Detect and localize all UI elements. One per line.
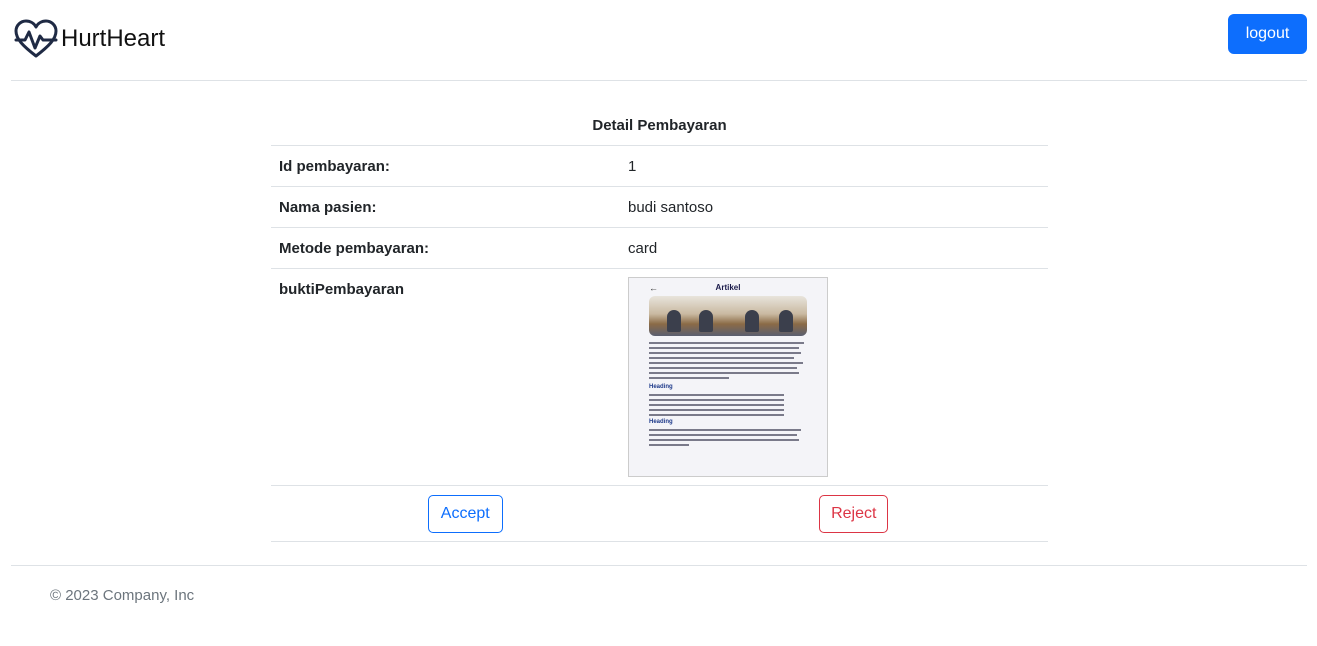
reject-cell: Reject [660,486,1049,541]
accept-button[interactable]: Accept [427,494,503,533]
proof-image-title: Artikel [715,283,741,292]
proof-cell: ← Artikel Heading Heading [620,269,1048,485]
detail-title: Detail Pembayaran [271,105,1048,146]
reject-button[interactable]: Reject [819,494,889,533]
row-label: Nama pasien: [279,199,377,216]
footer-copyright: © 2023 Company, Inc [50,587,195,604]
payment-proof-image: ← Artikel Heading Heading [628,277,828,477]
row-value: card [628,240,658,257]
proof-row: buktiPembayaran ← Artikel Heading Headin… [271,269,1048,486]
table-row: Metode pembayaran: card [271,228,1048,269]
proof-label: buktiPembayaran [279,281,405,298]
proof-heading: Heading [649,419,673,425]
row-label: Id pembayaran: [279,158,390,175]
row-label: Metode pembayaran: [279,240,430,257]
brand-name: HurtHeart [61,25,166,52]
heart-pulse-icon [14,19,58,58]
payment-detail-table: Detail Pembayaran Id pembayaran: 1 Nama … [271,105,1048,542]
brand-link[interactable]: HurtHeart [13,18,165,60]
table-row: Id pembayaran: 1 [271,146,1048,187]
meeting-photo [649,296,807,336]
navbar: HurtHeart logout [11,0,1307,81]
table-row: Nama pasien: budi santoso [271,187,1048,228]
row-value: 1 [628,158,637,175]
accept-cell: Accept [271,486,660,541]
action-row: Accept Reject [271,486,1048,542]
logout-button[interactable]: logout [1228,14,1307,54]
proof-heading: Heading [649,384,673,390]
footer: © 2023 Company, Inc [11,565,1307,604]
row-value: budi santoso [628,199,714,216]
